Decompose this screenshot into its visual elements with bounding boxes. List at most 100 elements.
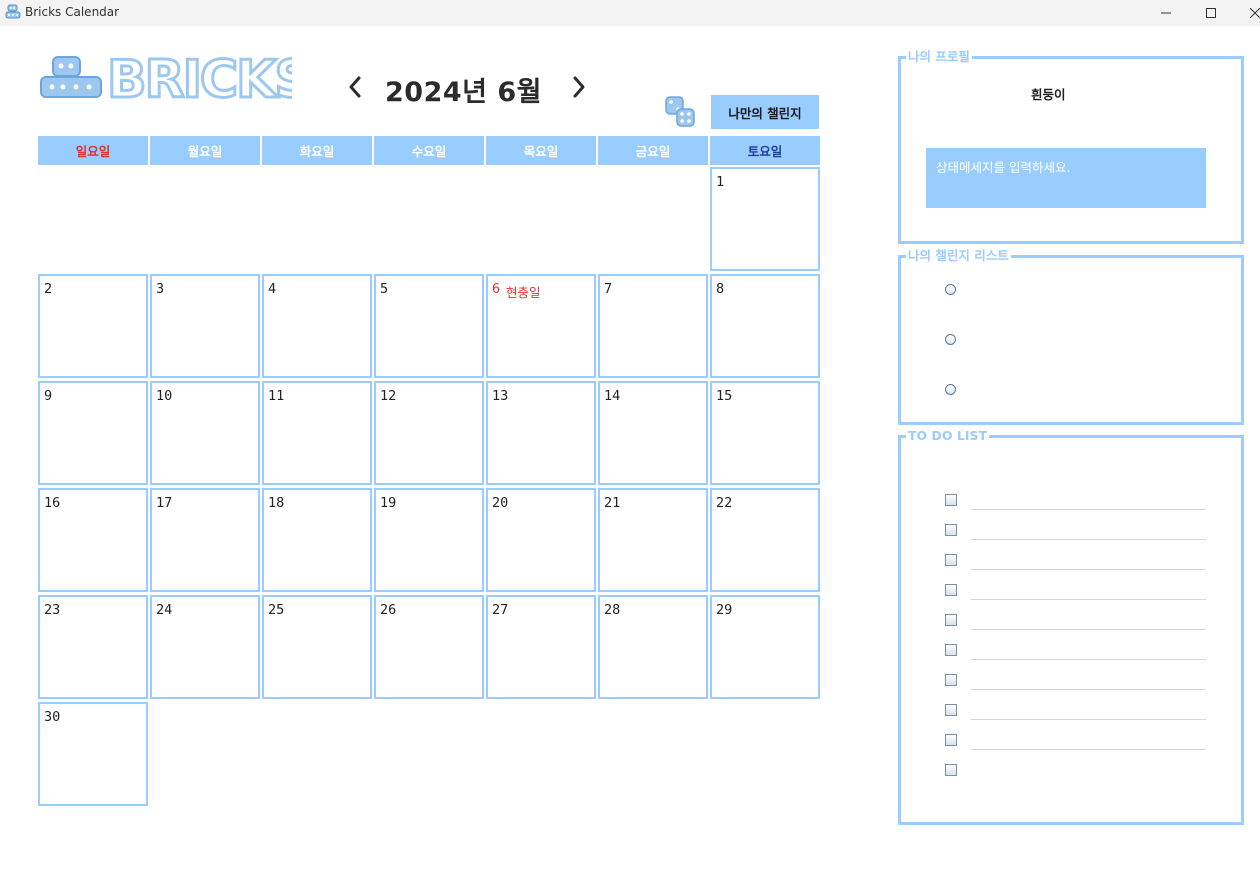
day-cell[interactable]: 25 <box>262 595 372 699</box>
day-cell[interactable]: 15 <box>710 381 820 485</box>
day-cell[interactable]: 5 <box>374 274 484 378</box>
day-cell[interactable]: 30 <box>38 702 148 806</box>
day-cell[interactable]: 14 <box>598 381 708 485</box>
status-message-input[interactable] <box>926 148 1206 208</box>
todo-text-line[interactable] <box>971 509 1206 510</box>
next-month-button[interactable] <box>568 72 590 102</box>
day-number: 7 <box>604 281 613 297</box>
day-cell[interactable]: 1 <box>710 167 820 271</box>
day-cell[interactable]: 26 <box>374 595 484 699</box>
todo-checkbox[interactable] <box>945 614 957 626</box>
weekday-friday: 금요일 <box>598 136 708 165</box>
day-number: 29 <box>716 602 733 618</box>
weekday-tuesday: 화요일 <box>262 136 372 165</box>
day-number: 10 <box>156 388 173 404</box>
day-cell[interactable]: 18 <box>262 488 372 592</box>
todo-item <box>945 734 1207 764</box>
minimize-button[interactable] <box>1143 0 1189 26</box>
day-number: 15 <box>716 388 733 404</box>
todo-checkbox[interactable] <box>945 524 957 536</box>
day-number: 9 <box>44 388 53 404</box>
day-cell[interactable]: 12 <box>374 381 484 485</box>
todo-text-line[interactable] <box>971 629 1206 630</box>
todo-item <box>945 764 1207 794</box>
day-cell[interactable]: 9 <box>38 381 148 485</box>
maximize-icon <box>1206 8 1216 18</box>
todo-legend: TO DO LIST <box>906 428 990 443</box>
todo-checkbox[interactable] <box>945 644 957 656</box>
status-message-box <box>926 148 1206 208</box>
todo-checkbox[interactable] <box>945 764 957 776</box>
day-number: 28 <box>604 602 621 618</box>
todo-item <box>945 644 1207 674</box>
dice-icon[interactable] <box>664 96 696 128</box>
day-cell[interactable]: 21 <box>598 488 708 592</box>
challenge-list-legend: 나의 챌린지 리스트 <box>906 248 1011 263</box>
day-number: 30 <box>44 709 61 725</box>
day-cell[interactable]: 17 <box>150 488 260 592</box>
todo-checkbox[interactable] <box>945 734 957 746</box>
day-cell[interactable]: 11 <box>262 381 372 485</box>
day-number: 13 <box>492 388 509 404</box>
day-number: 19 <box>380 495 397 511</box>
profile-legend: 나의 프로필 <box>906 49 972 64</box>
todo-text-line[interactable] <box>971 749 1206 750</box>
day-number: 6 <box>492 281 501 297</box>
day-cell[interactable]: 16 <box>38 488 148 592</box>
challenge-radio[interactable] <box>945 284 956 295</box>
todo-checkbox[interactable] <box>945 494 957 506</box>
day-cell[interactable]: 22 <box>710 488 820 592</box>
prev-month-button[interactable] <box>344 72 366 102</box>
todo-text-line[interactable] <box>971 659 1206 660</box>
day-cell[interactable]: 8 <box>710 274 820 378</box>
todo-checkbox[interactable] <box>945 704 957 716</box>
day-number: 2 <box>44 281 53 297</box>
day-number: 14 <box>604 388 621 404</box>
weekday-monday: 월요일 <box>150 136 260 165</box>
maximize-button[interactable] <box>1188 0 1234 26</box>
todo-text-line[interactable] <box>971 689 1206 690</box>
weekday-thursday: 목요일 <box>486 136 596 165</box>
day-number: 24 <box>156 602 173 618</box>
challenge-radio[interactable] <box>945 334 956 345</box>
day-cell[interactable]: 20 <box>486 488 596 592</box>
day-cell[interactable]: 27 <box>486 595 596 699</box>
weekday-saturday: 토요일 <box>710 136 820 165</box>
day-cell[interactable]: 2 <box>38 274 148 378</box>
weekday-wednesday: 수요일 <box>374 136 484 165</box>
todo-item <box>945 674 1207 704</box>
day-cell[interactable]: 24 <box>150 595 260 699</box>
logo-text: BRICKS <box>107 50 292 104</box>
todo-item <box>945 554 1207 584</box>
day-cell[interactable]: 4 <box>262 274 372 378</box>
my-challenge-button[interactable]: 나만의 챌린지 <box>711 95 819 129</box>
todo-text-line[interactable] <box>971 569 1206 570</box>
day-cell[interactable]: 7 <box>598 274 708 378</box>
day-cell[interactable]: 23 <box>38 595 148 699</box>
day-number: 20 <box>492 495 509 511</box>
todo-text-line[interactable] <box>971 599 1206 600</box>
close-icon <box>1250 8 1260 18</box>
day-cell[interactable]: 19 <box>374 488 484 592</box>
day-cell[interactable]: 10 <box>150 381 260 485</box>
day-number: 5 <box>380 281 389 297</box>
day-number: 17 <box>156 495 173 511</box>
todo-text-line[interactable] <box>971 539 1206 540</box>
day-cell[interactable]: 13 <box>486 381 596 485</box>
todo-text-line[interactable] <box>971 719 1206 720</box>
todo-checkbox[interactable] <box>945 674 957 686</box>
todo-item <box>945 524 1207 554</box>
window-titlebar: Bricks Calendar <box>0 0 1260 26</box>
day-cell-holiday[interactable]: 6 현충일 <box>486 274 596 378</box>
challenge-radio[interactable] <box>945 384 956 395</box>
todo-checkbox[interactable] <box>945 554 957 566</box>
day-cell[interactable]: 3 <box>150 274 260 378</box>
day-number: 26 <box>380 602 397 618</box>
todo-panel: TO DO LIST <box>898 429 1244 825</box>
todo-checkbox[interactable] <box>945 584 957 596</box>
day-cell[interactable]: 28 <box>598 595 708 699</box>
day-number: 4 <box>268 281 277 297</box>
day-cell[interactable]: 29 <box>710 595 820 699</box>
close-button[interactable] <box>1232 0 1260 26</box>
app-icon <box>5 4 21 19</box>
